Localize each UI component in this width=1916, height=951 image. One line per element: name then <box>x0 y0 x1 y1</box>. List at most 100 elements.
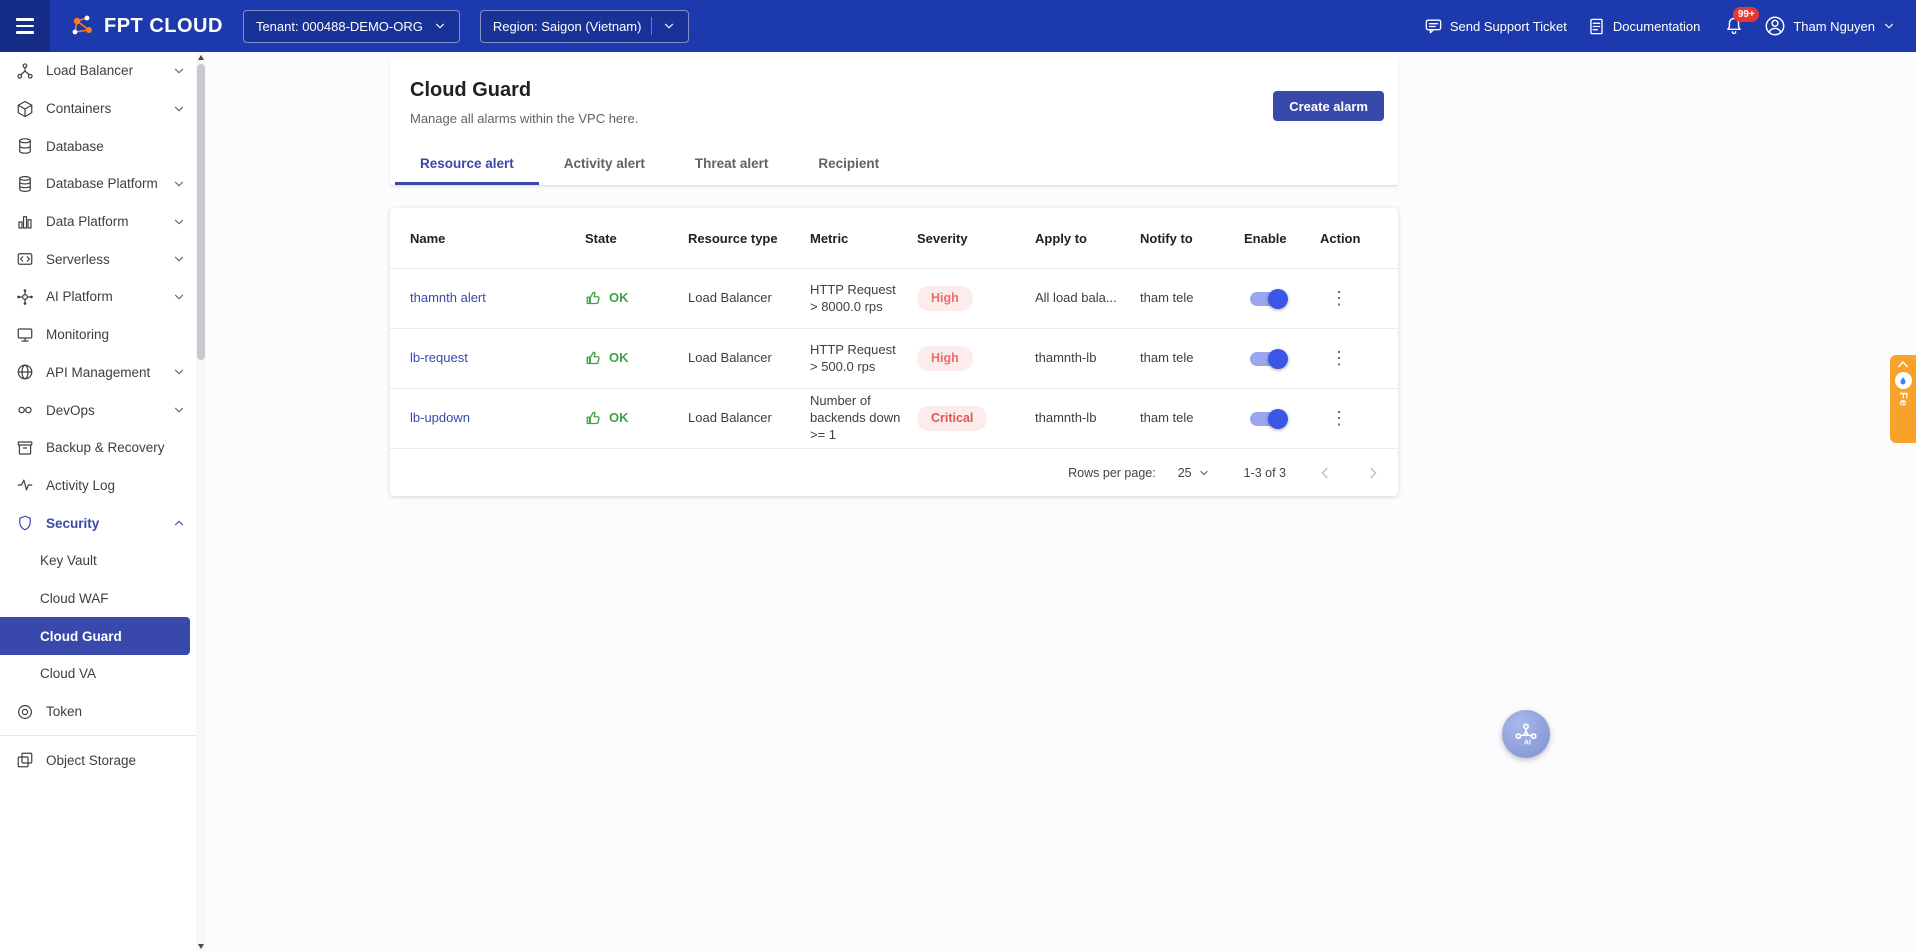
severity-badge: High <box>917 286 973 311</box>
tenant-select[interactable]: Tenant: 000488-DEMO-ORG <box>242 9 460 43</box>
send-support-ticket-label: Send Support Ticket <box>1449 18 1567 34</box>
apply-to-cell: thamnth-lb <box>1035 410 1097 426</box>
feedback-drop-icon <box>1894 372 1912 389</box>
sidebar-item-serverless[interactable]: Serverless <box>0 240 196 278</box>
feedback-label: Fe <box>1897 392 1909 407</box>
enable-toggle[interactable] <box>1250 408 1288 429</box>
metric-cell: HTTP Request > 500.0 rps <box>810 341 896 374</box>
state-label: OK <box>609 350 629 366</box>
alarm-name-link[interactable]: thamnth alert <box>410 290 486 305</box>
notify-to-cell: tham tele <box>1140 350 1194 366</box>
devops-icon <box>18 406 32 414</box>
sidebar-item-containers[interactable]: Containers <box>0 90 196 128</box>
divider <box>651 17 653 35</box>
ai-network-icon: AI <box>1515 723 1537 746</box>
metric-cell: Number of backends down >= 1 <box>810 393 901 442</box>
user-avatar-icon <box>1765 16 1785 36</box>
sidebar-item-label: Security <box>46 515 100 531</box>
sidebar-item-api-management[interactable]: API Management <box>0 354 196 392</box>
rows-per-page-select[interactable]: 25 <box>1178 466 1210 480</box>
sidebar-item-label: API Management <box>46 364 151 380</box>
chevron-down-icon <box>174 256 184 262</box>
sidebar-subitem-label: Key Vault <box>40 553 97 569</box>
scroll-down-arrow[interactable] <box>196 941 206 951</box>
notifications-button[interactable]: 99+ <box>1724 7 1760 36</box>
sidebar-item-devops[interactable]: DevOps <box>0 391 196 429</box>
sidebar-item-data-platform[interactable]: Data Platform <box>0 203 196 241</box>
resource-type-cell: Load Balancer <box>688 410 772 426</box>
sidebar-item-activity-log[interactable]: Activity Log <box>0 467 196 505</box>
pagination-prev-button[interactable] <box>1316 464 1334 482</box>
sidebar-item-cloud-va[interactable]: Cloud VA <box>0 655 196 693</box>
region-select[interactable]: Region: Saigon (Vietnam) <box>479 9 690 43</box>
main-content: Cloud Guard Manage all alarms within the… <box>206 52 1916 951</box>
resource-type-cell: Load Balancer <box>688 290 772 306</box>
documentation-button[interactable]: Documentation <box>1587 17 1700 36</box>
sidebar-item-backup-recovery[interactable]: Backup & Recovery <box>0 429 196 467</box>
sidebar-item-monitoring[interactable]: Monitoring <box>0 316 196 354</box>
tab-activity-alert[interactable]: Activity alert <box>539 142 670 185</box>
ai-platform-icon <box>17 289 33 305</box>
region-select-label: Region: Saigon (Vietnam) <box>492 18 642 34</box>
user-menu[interactable]: Tham Nguyen <box>1764 15 1896 37</box>
row-actions-button[interactable]: ⋮ <box>1320 347 1358 370</box>
page-header-text: Cloud Guard Manage all alarms within the… <box>410 79 638 126</box>
metric-cell: HTTP Request > 8000.0 rps <box>810 281 896 314</box>
resource-type-cell: Load Balancer <box>688 350 772 366</box>
sidebar-scrollbar[interactable] <box>196 52 206 951</box>
state-ok: OK <box>585 350 674 368</box>
column-header-action: Action <box>1320 230 1361 246</box>
sidebar-item-ai-platform[interactable]: AI Platform <box>0 278 196 316</box>
sidebar-item-security[interactable]: Security <box>0 504 196 542</box>
sidebar-item-cloud-waf[interactable]: Cloud WAF <box>0 580 196 618</box>
row-actions-button[interactable]: ⋮ <box>1320 407 1358 430</box>
load-balancer-icon <box>17 63 33 79</box>
sidebar-divider <box>0 735 196 737</box>
svg-text:AI: AI <box>1524 739 1531 746</box>
column-header-name: Name <box>410 230 446 246</box>
severity-badge: High <box>917 346 973 371</box>
sidebar-subitem-label: Cloud Guard <box>40 628 122 644</box>
feedback-tab[interactable]: Fe <box>1890 355 1916 443</box>
page-title: Cloud Guard <box>410 79 532 101</box>
sidebar-item-database-platform[interactable]: Database Platform <box>0 165 196 203</box>
rows-per-page-value: 25 <box>1177 465 1192 480</box>
table-row: thamnth alert OK Load Balancer HTTP Requ… <box>390 268 1398 328</box>
ai-assistant-button[interactable]: AI <box>1502 710 1550 758</box>
page-subtitle: Manage all alarms within the VPC here. <box>410 111 639 126</box>
sidebar-item-label: Load Balancer <box>46 63 134 79</box>
scrollbar-thumb[interactable] <box>197 64 205 360</box>
chevron-down-icon <box>174 407 184 413</box>
enable-toggle[interactable] <box>1250 288 1288 309</box>
tab-recipient[interactable]: Recipient <box>793 142 904 185</box>
state-ok: OK <box>585 410 674 428</box>
chevron-down-icon <box>174 68 184 74</box>
alert-tabs: Resource alert Activity alert Threat ale… <box>390 142 1398 186</box>
sidebar-item-load-balancer[interactable]: Load Balancer <box>0 52 196 90</box>
scroll-up-arrow[interactable] <box>196 52 206 62</box>
serverless-icon <box>17 253 33 266</box>
send-support-ticket-button[interactable]: Send Support Ticket <box>1424 17 1567 36</box>
alarm-name-link[interactable]: lb-request <box>410 350 468 365</box>
menu-button[interactable] <box>0 0 50 52</box>
enable-toggle[interactable] <box>1250 348 1288 369</box>
chevron-down-icon <box>435 23 444 29</box>
row-actions-button[interactable]: ⋮ <box>1320 287 1358 310</box>
sidebar-item-cloud-guard[interactable]: Cloud Guard <box>0 617 190 655</box>
sidebar-item-label: Monitoring <box>46 327 110 343</box>
sidebar-subitem-label: Cloud WAF <box>40 590 109 606</box>
alarm-name-link[interactable]: lb-updown <box>410 410 470 425</box>
rows-per-page-label: Rows per page: <box>1068 465 1156 480</box>
sidebar-item-key-vault[interactable]: Key Vault <box>0 542 196 580</box>
pagination-next-button[interactable] <box>1364 464 1382 482</box>
sidebar-item-token[interactable]: Token <box>0 693 196 731</box>
documentation-icon <box>1590 18 1603 34</box>
sidebar-item-object-storage[interactable]: Object Storage <box>0 741 196 779</box>
create-alarm-button[interactable]: Create alarm <box>1273 91 1384 121</box>
sidebar-item-database[interactable]: Database <box>0 127 196 165</box>
thumbs-up-icon <box>586 411 600 424</box>
chevron-up-icon <box>174 520 184 526</box>
droplet-icon <box>1900 376 1906 385</box>
tab-resource-alert[interactable]: Resource alert <box>395 142 539 185</box>
tab-threat-alert[interactable]: Threat alert <box>670 142 794 185</box>
